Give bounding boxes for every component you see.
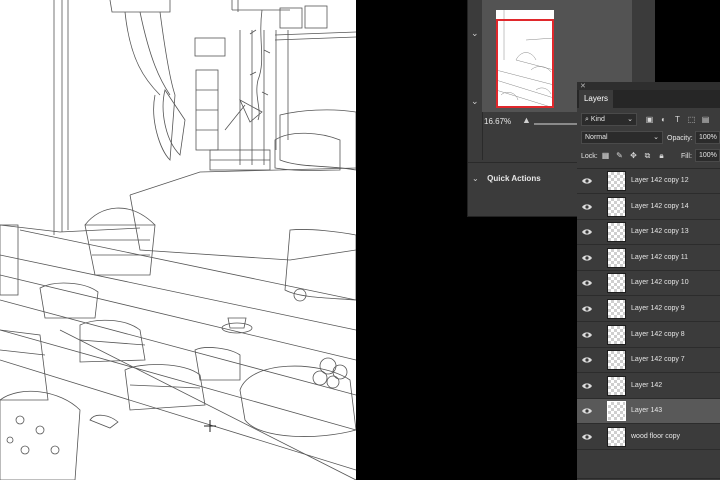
lock-transparent-icon[interactable]: ▦ <box>601 151 610 160</box>
adjustment-filter-icon[interactable]: ◐ <box>659 115 668 124</box>
panel-dock-rail: ⌄ ⌄ <box>468 0 483 160</box>
chevron-down-icon: ⌄ <box>627 116 633 123</box>
filter-kind-value: Kind <box>590 116 605 123</box>
chevron-down-icon[interactable]: ⌄ <box>471 28 479 39</box>
filter-row: ⌕ Kind ⌄ ▣ ◐ T ⬚ ▤ <box>577 112 720 129</box>
opacity-field[interactable]: 100% <box>695 131 720 144</box>
blend-row: Normal ⌄ Opacity: 100% <box>577 130 720 147</box>
layer-row[interactable]: Layer 143 <box>577 399 720 425</box>
smart-object-filter-icon[interactable]: ▤ <box>701 115 710 124</box>
layer-name: Layer 142 <box>631 381 663 389</box>
layer-row[interactable]: Layer 142 copy 12 <box>577 169 720 194</box>
lineart-illustration <box>0 0 356 480</box>
close-icon[interactable]: ✕ <box>580 82 586 90</box>
zoom-value[interactable]: 16.67% <box>484 117 511 126</box>
quick-actions-header[interactable]: ⌄ Quick Actions <box>472 168 541 186</box>
eye-icon[interactable] <box>582 433 592 441</box>
lock-row: Lock: ▦ ✎ ✥ ⧉ 🔒︎ Fill: 100% <box>577 148 720 165</box>
blend-mode-select[interactable]: Normal ⌄ <box>581 131 663 144</box>
shape-filter-icon[interactable]: ⬚ <box>687 115 696 124</box>
layers-panel: ✕ Layers ⌕ Kind ⌄ ▣ ◐ T ⬚ ▤ Normal ⌄ Opa… <box>577 82 720 480</box>
layer-name: Layer 142 copy 12 <box>631 177 689 184</box>
zoom-out-icon[interactable]: ▲ <box>522 115 531 125</box>
layer-name: Layer 142 copy 11 <box>631 253 689 261</box>
layer-thumbnail <box>607 324 626 345</box>
layer-row[interactable]: Layer 142 copy 7 <box>577 348 720 374</box>
lock-position-icon[interactable]: ✥ <box>629 151 638 160</box>
lock-label: Lock: <box>581 153 598 160</box>
layer-row[interactable]: Layer 142 copy 8 <box>577 323 720 348</box>
layer-name: Layer 142 copy 9 <box>631 305 685 312</box>
eye-icon[interactable] <box>582 177 592 185</box>
eye-icon[interactable] <box>582 305 592 313</box>
eye-icon[interactable] <box>582 382 592 390</box>
layer-thumbnail <box>607 375 626 396</box>
filter-kind-select[interactable]: ⌕ Kind ⌄ <box>581 113 637 126</box>
panel-divider <box>468 162 578 163</box>
layer-row[interactable]: Layer 142 copy 13 <box>577 220 720 246</box>
layer-thumbnail <box>607 401 626 422</box>
layer-name: wood floor copy <box>631 433 681 440</box>
lock-icon[interactable]: 🔒︎ <box>657 151 666 160</box>
tab-layers[interactable]: Layers <box>579 90 613 108</box>
layer-name: Layer 142 copy 10 <box>631 279 689 287</box>
layer-row[interactable]: Layer 142 copy 14 <box>577 195 720 220</box>
layer-thumbnail <box>607 171 626 191</box>
layer-list: Layer 142 copy 12 Layer 142 copy 14 Layer … <box>577 168 720 469</box>
layer-row[interactable]: Layer 142 copy 10 <box>577 271 720 297</box>
eye-icon[interactable] <box>582 407 592 415</box>
chevron-down-icon: ⌄ <box>653 134 659 141</box>
fill-label: Fill: <box>681 153 692 160</box>
layer-thumbnail <box>607 299 626 319</box>
layer-thumbnail <box>607 273 626 294</box>
layer-thumbnail <box>607 427 626 447</box>
eye-icon[interactable] <box>582 254 592 262</box>
eye-icon[interactable] <box>582 228 592 236</box>
layer-row[interactable]: wood floor copy <box>577 425 720 450</box>
layer-row[interactable]: Layer 142 copy 11 <box>577 246 720 271</box>
document-canvas[interactable] <box>0 0 356 480</box>
type-filter-icon[interactable]: T <box>673 115 682 124</box>
layer-row[interactable]: Layer 142 <box>577 374 720 399</box>
lock-image-icon[interactable]: ✎ <box>615 151 624 160</box>
layer-name: Layer 142 copy 13 <box>631 228 689 236</box>
layer-row[interactable]: Layer 142 copy 9 <box>577 297 720 322</box>
layer-name: Layer 143 <box>631 407 663 415</box>
eye-icon[interactable] <box>582 203 592 211</box>
layer-thumbnail <box>607 196 626 217</box>
layer-thumbnail <box>607 350 626 371</box>
layers-tab-bar: Layers <box>577 90 720 108</box>
eye-icon[interactable] <box>582 279 592 287</box>
chevron-down-icon: ⌄ <box>472 174 479 183</box>
layer-name: Layer 142 copy 8 <box>631 330 685 338</box>
search-icon: ⌕ <box>585 116 589 123</box>
eye-icon[interactable] <box>582 331 592 339</box>
opacity-label: Opacity: <box>667 135 693 142</box>
quick-actions-label: Quick Actions <box>487 174 541 183</box>
layer-name: Layer 142 copy 7 <box>631 356 685 364</box>
lock-artboard-icon[interactable]: ⧉ <box>643 151 652 160</box>
blend-mode-value: Normal <box>585 134 608 141</box>
layers-panel-body: ⌕ Kind ⌄ ▣ ◐ T ⬚ ▤ Normal ⌄ Opacity: 100… <box>577 108 720 480</box>
chevron-down-icon[interactable]: ⌄ <box>471 96 479 107</box>
fill-field[interactable]: 100% <box>695 149 720 162</box>
layer-thumbnail <box>607 222 626 243</box>
image-filter-icon[interactable]: ▣ <box>645 115 654 124</box>
navigator-view-box[interactable] <box>496 19 554 108</box>
layer-name: Layer 142 copy 14 <box>631 202 689 210</box>
eye-icon[interactable] <box>582 356 592 364</box>
layer-thumbnail <box>607 247 626 268</box>
